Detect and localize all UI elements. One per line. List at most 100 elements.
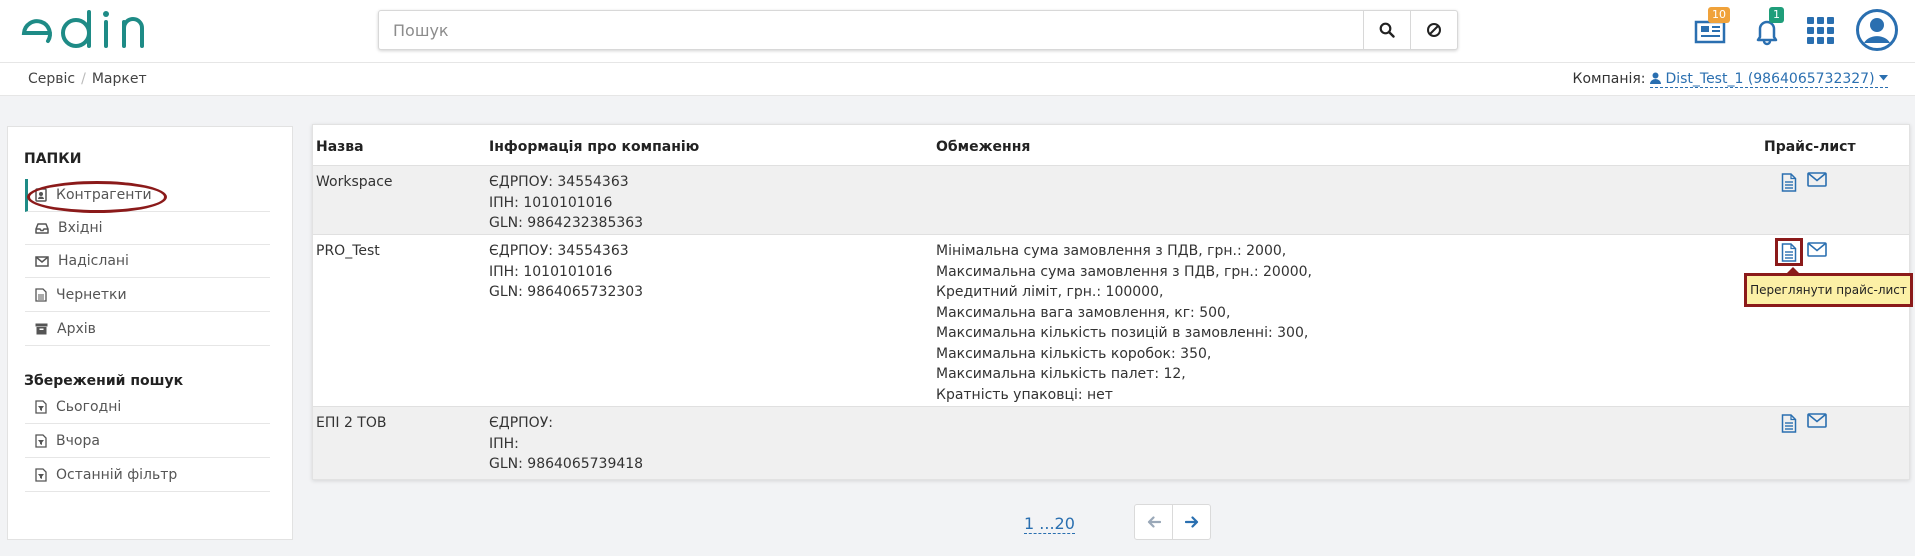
info-edrpou: ЄДРПОУ: xyxy=(489,415,553,431)
apps-grid-icon xyxy=(1807,17,1834,44)
edin-logo-mark xyxy=(21,10,144,48)
row-name: ЕПІ 2 ТОВ xyxy=(316,415,387,431)
send-price-list-button[interactable] xyxy=(1807,172,1827,192)
news-button[interactable]: 10 xyxy=(1694,7,1730,51)
news-badge: 10 xyxy=(1708,7,1730,23)
prev-page-button[interactable] xyxy=(1135,505,1172,539)
limit-line: Кредитний ліміт, грн.: 100000, xyxy=(936,284,1164,300)
limit-line: Максимальна кількість позицій в замовлен… xyxy=(936,325,1309,341)
row-name: Workspace xyxy=(316,174,393,190)
breadcrumb-item-service[interactable]: Сервіс xyxy=(28,71,75,87)
breadcrumb: Сервіс / Маркет xyxy=(28,71,147,87)
counterparties-table: Назва Інформація про компанію Обмеження … xyxy=(312,124,1910,480)
view-price-list-button[interactable] xyxy=(1779,413,1799,433)
table-row[interactable]: PRO_Test ЄДРПОУ: 34554363 ІПН: 101010101… xyxy=(313,234,1909,406)
sidebar-item-today[interactable]: Сьогодні xyxy=(25,391,270,424)
inbox-icon xyxy=(35,223,49,234)
limit-line: Максимальна вага замовлення, кг: 500, xyxy=(936,304,1231,321)
limit-line: Максимальна сума замовлення з ПДВ, грн.:… xyxy=(936,263,1313,280)
send-price-list-button[interactable] xyxy=(1807,413,1827,433)
sidebar-item-yesterday[interactable]: Вчора xyxy=(25,425,270,458)
apps-menu-button[interactable] xyxy=(1806,16,1836,51)
folders-title: ПАПКИ xyxy=(24,151,82,167)
company-label: Компанія: xyxy=(1572,71,1646,87)
limit-line: Мінімальна сума замовлення з ПДВ, грн.: … xyxy=(936,243,1287,259)
info-ipn: ІПН: xyxy=(489,435,519,452)
user-avatar[interactable] xyxy=(1855,8,1899,57)
limit-line: Максимальна кількість коробок: 350, xyxy=(936,345,1212,362)
notifications-badge: 1 xyxy=(1769,7,1784,23)
row-company-info: ЄДРПОУ: ІПН: GLN: 9864065739418 xyxy=(489,413,643,475)
saved-search-title: Збережений пошук xyxy=(24,373,184,389)
row-company-info: ЄДРПОУ: 34554363 ІПН: 1010101016 GLN: 98… xyxy=(489,172,643,234)
envelope-icon xyxy=(1807,172,1827,187)
row-limits: Мінімальна сума замовлення з ПДВ, грн.: … xyxy=(936,241,1312,405)
highlight-ellipse xyxy=(27,181,167,213)
row-name: PRO_Test xyxy=(316,243,380,259)
ban-icon xyxy=(1427,23,1441,37)
limit-line: Максимальна кількість палет: 12, xyxy=(936,366,1186,382)
next-page-button[interactable] xyxy=(1172,505,1210,539)
sidebar-item-label: Вхідні xyxy=(58,220,103,236)
sidebar-item-label: Архів xyxy=(57,321,96,337)
envelope-icon xyxy=(1807,413,1827,428)
view-price-list-button[interactable] xyxy=(1775,238,1803,266)
caret-down-icon xyxy=(1879,75,1888,81)
breadcrumb-separator: / xyxy=(81,71,86,87)
file-filter-icon xyxy=(35,400,47,414)
envelope-icon xyxy=(1807,242,1827,257)
column-header-limits: Обмеження xyxy=(936,139,1031,155)
clear-search-button[interactable] xyxy=(1410,11,1457,49)
column-header-company-info: Інформація про компанію xyxy=(489,139,700,155)
sidebar-item-archive[interactable]: Архів xyxy=(25,313,270,346)
send-price-list-button[interactable] xyxy=(1807,242,1827,262)
info-edrpou: ЄДРПОУ: 34554363 xyxy=(489,243,629,259)
info-ipn: ІПН: 1010101016 xyxy=(489,194,613,211)
limit-line: Кратність упаковці: нет xyxy=(936,386,1113,403)
sidebar-item-label: Вчора xyxy=(56,433,100,449)
arrow-left-icon xyxy=(1147,516,1161,528)
company-value: Dist_Test_1 (9864065732327) xyxy=(1665,71,1875,87)
top-header: edin 10 1 xyxy=(0,0,1915,63)
archive-icon xyxy=(35,323,48,335)
row-company-info: ЄДРПОУ: 34554363 ІПН: 1010101016 GLN: 98… xyxy=(489,241,643,303)
info-gln: GLN: 9864232385363 xyxy=(489,215,644,231)
sidebar-item-drafts[interactable]: Чернетки xyxy=(25,279,270,312)
info-edrpou: ЄДРПОУ: 34554363 xyxy=(489,174,629,190)
file-filter-icon xyxy=(35,434,47,448)
info-ipn: ІПН: 1010101016 xyxy=(489,263,613,280)
price-list-tooltip: Переглянути прайс-лист xyxy=(1744,267,1913,307)
envelope-icon xyxy=(35,255,49,267)
search-input[interactable] xyxy=(379,11,1363,49)
arrow-right-icon xyxy=(1184,516,1198,528)
sidebar-item-inbox[interactable]: Вхідні xyxy=(25,212,270,245)
info-gln: GLN: 9864065732303 xyxy=(489,284,644,300)
column-header-name: Назва xyxy=(316,139,364,155)
price-list-actions xyxy=(1775,238,1827,266)
file-text-icon xyxy=(35,288,47,302)
column-header-price-list: Прайс-лист xyxy=(1764,139,1856,155)
table-row[interactable]: Workspace ЄДРПОУ: 34554363 ІПН: 10101010… xyxy=(313,165,1909,234)
search-button[interactable] xyxy=(1363,11,1410,49)
sidebar-item-last-filter[interactable]: Останній фільтр xyxy=(25,459,270,492)
price-list-actions xyxy=(1779,172,1827,192)
company-selector: Компанія: Dist_Test_1 (9864065732327) xyxy=(1572,71,1888,88)
sidebar-item-sent[interactable]: Надіслані xyxy=(25,245,270,278)
breadcrumb-item-market: Маркет xyxy=(91,71,147,87)
view-price-list-button[interactable] xyxy=(1779,172,1799,192)
user-small-icon xyxy=(1649,72,1661,84)
user-icon xyxy=(1856,9,1898,51)
sidebar-item-label: Надіслані xyxy=(58,253,129,269)
sidebar-item-label: Чернетки xyxy=(56,287,127,303)
company-dropdown[interactable]: Dist_Test_1 (9864065732327) xyxy=(1649,71,1888,88)
info-gln: GLN: 9864065739418 xyxy=(489,456,644,472)
price-list-actions xyxy=(1779,413,1827,433)
edin-logo[interactable]: edin xyxy=(18,8,158,57)
file-text-icon xyxy=(1781,413,1797,433)
file-text-icon xyxy=(1781,242,1797,262)
table-row[interactable]: ЕПІ 2 ТОВ ЄДРПОУ: ІПН: GLN: 986406573941… xyxy=(313,406,1909,479)
pagination-range[interactable]: 1 ...20 xyxy=(1024,514,1075,534)
notifications-button[interactable]: 1 xyxy=(1752,7,1784,51)
sidebar-item-label: Сьогодні xyxy=(56,399,122,415)
pagination-controls xyxy=(1134,504,1211,540)
